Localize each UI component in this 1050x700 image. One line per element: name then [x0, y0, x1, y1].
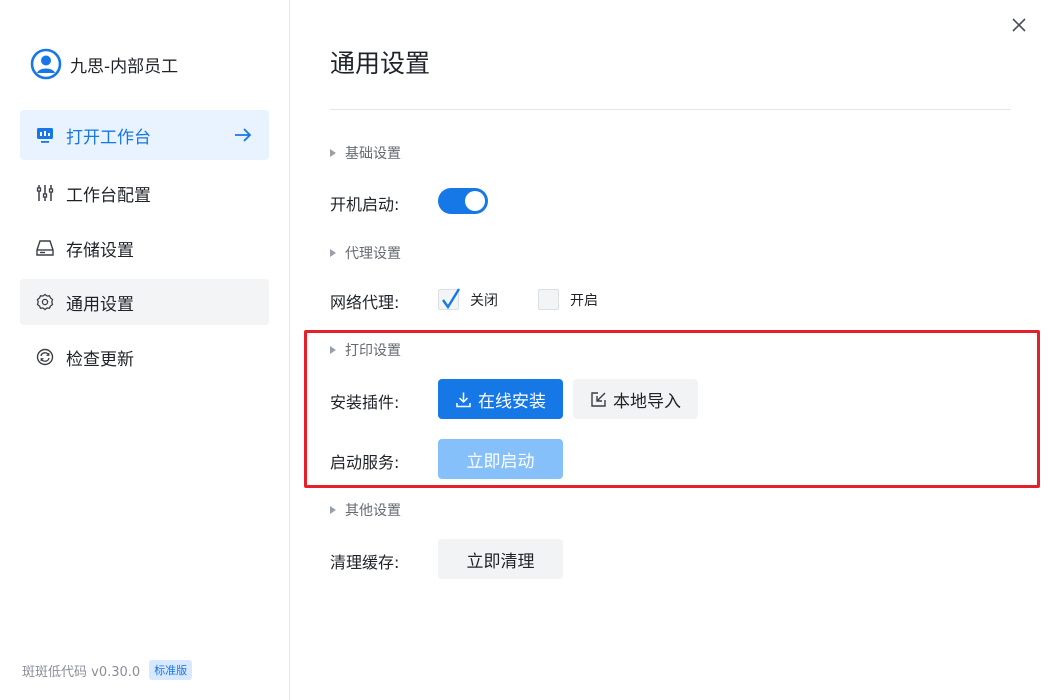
section-title: 代理设置 — [345, 246, 401, 262]
version-footer: 斑斑低代码 v0.30.0 标准版 — [22, 660, 193, 680]
hard-drive-icon — [36, 239, 54, 257]
checkmark-icon — [442, 288, 461, 310]
clear-cache-button[interactable]: 立即清理 — [438, 539, 563, 579]
proxy-label: 网络代理: — [330, 293, 400, 312]
toggle-knob — [465, 191, 485, 211]
user-profile: 九思-内部员工 — [30, 48, 178, 80]
checkbox-label: 开启 — [570, 292, 598, 309]
import-icon — [591, 391, 606, 407]
section-title: 打印设置 — [345, 343, 401, 359]
section-proxy[interactable]: 代理设置 — [330, 243, 401, 263]
section-other[interactable]: 其他设置 — [330, 500, 401, 520]
checkbox-box — [538, 289, 559, 310]
button-label: 立即清理 — [466, 551, 535, 572]
edition-badge: 标准版 — [149, 660, 193, 680]
checkbox-label: 关闭 — [470, 292, 498, 309]
proxy-on-checkbox[interactable]: 开启 — [538, 289, 598, 310]
online-install-button[interactable]: 在线安装 — [438, 379, 563, 419]
version-text: 斑斑低代码 v0.30.0 — [22, 664, 141, 680]
section-basic[interactable]: 基础设置 — [330, 143, 401, 163]
sidebar-item-open-workbench[interactable]: 打开工作台 — [20, 110, 269, 160]
sidebar: 九思-内部员工 打开工作台 工作台配置 存储设置 通用设置 检查更新 斑斑低代码… — [0, 0, 290, 700]
close-icon — [1012, 18, 1026, 32]
collapse-triangle-icon — [330, 249, 336, 257]
sidebar-item-label: 检查更新 — [66, 349, 134, 370]
sidebar-item-storage[interactable]: 存储设置 — [20, 223, 269, 273]
local-import-button[interactable]: 本地导入 — [573, 379, 698, 419]
button-label: 本地导入 — [613, 391, 681, 412]
sidebar-item-label: 存储设置 — [66, 240, 134, 261]
section-print[interactable]: 打印设置 — [330, 340, 401, 360]
sidebar-item-workbench-config[interactable]: 工作台配置 — [20, 168, 269, 218]
sidebar-item-label: 工作台配置 — [66, 185, 151, 206]
close-button[interactable] — [1008, 14, 1030, 36]
gear-icon — [36, 293, 54, 311]
plugin-label: 安装插件: — [330, 393, 400, 412]
checkbox-box — [438, 288, 461, 310]
title-divider — [330, 109, 1011, 110]
sliders-icon — [36, 184, 54, 202]
startup-toggle[interactable] — [438, 188, 488, 214]
startup-label: 开机启动: — [330, 195, 400, 214]
sidebar-item-check-update[interactable]: 检查更新 — [20, 332, 269, 382]
refresh-icon — [36, 348, 54, 366]
button-label: 立即启动 — [466, 451, 535, 472]
collapse-triangle-icon — [330, 149, 336, 157]
start-service-button[interactable]: 立即启动 — [438, 439, 563, 479]
download-icon — [456, 392, 471, 407]
monitor-icon — [36, 126, 54, 144]
section-title: 基础设置 — [345, 146, 401, 162]
cache-label: 清理缓存: — [330, 553, 400, 572]
service-label: 启动服务: — [330, 453, 400, 472]
sidebar-item-label: 打开工作台 — [66, 127, 151, 148]
sidebar-item-label: 通用设置 — [66, 294, 134, 315]
button-label: 在线安装 — [478, 391, 546, 412]
sidebar-item-general-settings[interactable]: 通用设置 — [20, 279, 269, 325]
arrow-right-icon — [235, 128, 252, 142]
proxy-off-checkbox[interactable]: 关闭 — [438, 288, 498, 310]
user-name: 九思-内部员工 — [70, 56, 179, 77]
collapse-triangle-icon — [330, 346, 336, 354]
page-title: 通用设置 — [330, 49, 431, 78]
section-title: 其他设置 — [345, 503, 401, 519]
user-avatar-icon — [30, 48, 62, 80]
collapse-triangle-icon — [330, 506, 336, 514]
